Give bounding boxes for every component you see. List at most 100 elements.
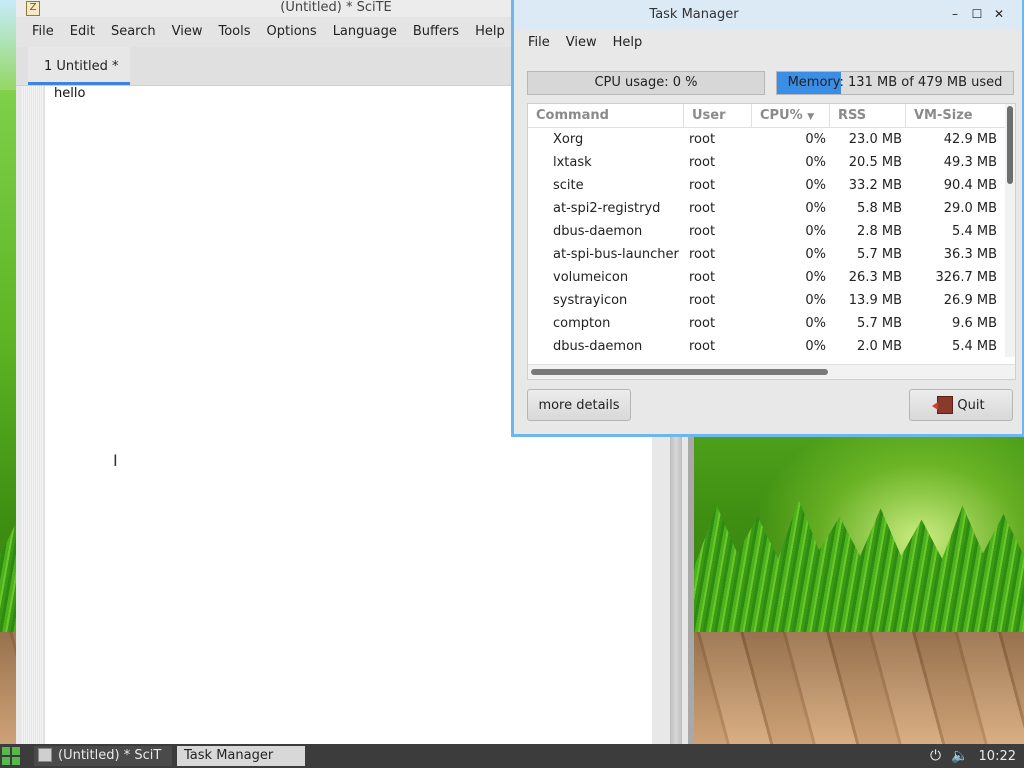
process-list[interactable]: Command User CPU% ▼ RSS VM-Size Xorg root… [527, 103, 1016, 380]
cell-vm: 9.6 MB [952, 316, 997, 331]
memory-usage-bar: Memory: 131 MB of 479 MB used [776, 71, 1014, 95]
table-row[interactable]: systrayicon root 0% 13.9 MB 26.9 MB [528, 289, 1015, 312]
horizontal-scroll-thumb[interactable] [531, 369, 828, 375]
tab-untitled[interactable]: 1 Untitled * [28, 47, 130, 85]
table-row[interactable]: at-spi-bus-launcher root 0% 5.7 MB 36.3 MB [528, 243, 1015, 266]
cell-cpu: 0% [805, 293, 826, 308]
sort-descending-icon: ▼ [807, 112, 815, 122]
cell-cmd: volumeicon [553, 270, 629, 285]
cell-cmd: dbus-daemon [553, 339, 643, 354]
process-rows: Xorg root 0% 23.0 MB 42.9 MB lxtask root 0% 20.5… [528, 128, 1015, 358]
cell-user: root [689, 270, 716, 285]
tm-menu-file[interactable]: File [520, 30, 558, 55]
cell-cpu: 0% [805, 224, 826, 239]
tab-label: 1 Untitled * [44, 59, 119, 74]
table-row[interactable]: dbus-daemon root 0% 2.0 MB 5.4 MB [528, 335, 1015, 358]
memory-usage-text: Memory: 131 MB of 479 MB used [787, 75, 1003, 90]
power-icon[interactable]: ⏻ [930, 748, 941, 764]
cell-user: root [689, 155, 716, 170]
minimize-icon[interactable]: – [948, 7, 962, 21]
cell-rss: 20.5 MB [848, 155, 902, 170]
cell-rss: 33.2 MB [848, 178, 902, 193]
task-manager-titlebar[interactable]: Task Manager – ☐ ✕ [514, 0, 1022, 30]
cell-user: root [689, 201, 716, 216]
quit-button[interactable]: Quit [909, 389, 1013, 421]
scite-menu-search[interactable]: Search [103, 17, 164, 47]
table-row[interactable]: at-spi2-registryd root 0% 5.8 MB 29.0 MB [528, 197, 1015, 220]
cell-vm: 90.4 MB [943, 178, 997, 193]
cell-cpu: 0% [805, 316, 826, 331]
more-details-button[interactable]: more details [527, 389, 631, 421]
cell-vm: 326.7 MB [935, 270, 997, 285]
cell-rss: 5.8 MB [857, 201, 902, 216]
cell-rss: 2.0 MB [857, 339, 902, 354]
active-tab-indicator [28, 82, 130, 85]
cell-user: root [689, 178, 716, 193]
scite-menu-tools[interactable]: Tools [210, 17, 258, 47]
column-cpu[interactable]: CPU% ▼ [752, 104, 830, 127]
cell-cmd: systrayicon [553, 293, 628, 308]
cell-cmd: dbus-daemon [553, 224, 643, 239]
cell-cpu: 0% [805, 270, 826, 285]
scite-menu-buffers[interactable]: Buffers [405, 17, 467, 47]
table-row[interactable]: dbus-daemon root 0% 2.8 MB 5.4 MB [528, 220, 1015, 243]
cell-rss: 13.9 MB [848, 293, 902, 308]
cell-cmd: at-spi-bus-launcher [553, 247, 679, 262]
cell-user: root [689, 316, 716, 331]
tm-menu-view[interactable]: View [558, 30, 605, 55]
task-manager-window: Task Manager – ☐ ✕ File View Help CPU us… [511, 0, 1024, 437]
volume-icon[interactable]: 🔈 [951, 748, 968, 764]
cell-cpu: 0% [805, 132, 826, 147]
clock[interactable]: 10:22 [979, 749, 1016, 764]
cell-vm: 36.3 MB [943, 247, 997, 262]
table-row[interactable]: Xorg root 0% 23.0 MB 42.9 MB [528, 128, 1015, 151]
column-rss[interactable]: RSS [830, 104, 906, 127]
tm-menu-help[interactable]: Help [605, 30, 651, 55]
cell-rss: 5.7 MB [857, 247, 902, 262]
table-row[interactable]: compton root 0% 5.7 MB 9.6 MB [528, 312, 1015, 335]
system-tray: ⏻ 🔈 10:22 [930, 746, 1016, 766]
close-icon[interactable]: ✕ [992, 7, 1006, 21]
column-user[interactable]: User [684, 104, 752, 127]
task-manager-title: Task Manager [649, 7, 739, 22]
scite-menu-view[interactable]: View [164, 17, 211, 47]
scite-menu-edit[interactable]: Edit [62, 17, 103, 47]
taskbar: (Untitled) * SciT Task Manager ⏻ 🔈 10:22 [0, 744, 1024, 768]
column-command[interactable]: Command [528, 104, 684, 127]
taskbar-item-scite[interactable]: (Untitled) * SciT [34, 746, 172, 766]
text-cursor-icon: I [113, 451, 118, 470]
taskbar-item-task-manager[interactable]: Task Manager [177, 746, 305, 766]
cell-cmd: Xorg [553, 132, 584, 147]
usage-bars: CPU usage: 0 % Memory: 131 MB of 479 MB … [527, 71, 1015, 95]
cell-user: root [689, 224, 716, 239]
cell-vm: 42.9 MB [943, 132, 997, 147]
table-row[interactable]: volumeicon root 0% 26.3 MB 326.7 MB [528, 266, 1015, 289]
cell-cpu: 0% [805, 247, 826, 262]
column-vm-size[interactable]: VM-Size [906, 104, 1001, 127]
scite-menu-language[interactable]: Language [325, 17, 405, 47]
cell-vm: 26.9 MB [943, 293, 997, 308]
cell-cpu: 0% [805, 178, 826, 193]
process-list-horizontal-scrollbar[interactable] [528, 364, 1015, 379]
cell-cmd: scite [553, 178, 584, 193]
exit-icon [932, 395, 954, 414]
cell-rss: 26.3 MB [848, 270, 902, 285]
maximize-icon[interactable]: ☐ [970, 7, 984, 21]
cell-vm: 29.0 MB [943, 201, 997, 216]
scite-menu-help[interactable]: Help [467, 17, 513, 47]
cell-cpu: 0% [805, 155, 826, 170]
cell-rss: 23.0 MB [848, 132, 902, 147]
cell-cmd: compton [553, 316, 611, 331]
table-row[interactable]: scite root 0% 33.2 MB 90.4 MB [528, 174, 1015, 197]
start-menu-icon[interactable] [2, 747, 20, 765]
table-row[interactable]: lxtask root 0% 20.5 MB 49.3 MB [528, 151, 1015, 174]
cell-cmd: at-spi2-registryd [553, 201, 661, 216]
cell-user: root [689, 339, 716, 354]
cell-vm: 5.4 MB [952, 224, 997, 239]
cpu-usage-text: CPU usage: 0 % [594, 75, 698, 90]
vertical-scroll-thumb[interactable] [1007, 106, 1013, 184]
process-list-vertical-scrollbar[interactable] [1005, 104, 1015, 357]
cell-rss: 2.8 MB [857, 224, 902, 239]
scite-menu-options[interactable]: Options [259, 17, 325, 47]
scite-menu-file[interactable]: File [24, 17, 62, 47]
